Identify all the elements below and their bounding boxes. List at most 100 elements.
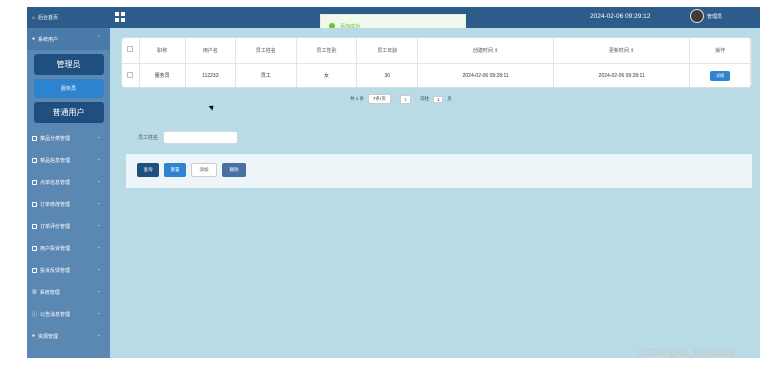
cell-created: 2024-02-06 09:28:11	[417, 63, 555, 87]
sidebar-item-label: 订单评价管理	[40, 223, 71, 230]
column-header: 操作	[689, 38, 751, 64]
sidebar-sub-staff[interactable]: 服务员	[33, 79, 104, 98]
chevron-down-icon: ⌄	[96, 222, 101, 228]
cell-gender: 女	[296, 63, 358, 87]
sidebar-item-order-info[interactable]: 点单信息管理 ⌄	[27, 171, 110, 193]
cell-username: 112233	[185, 63, 236, 87]
sidebar-item-label: 菜品分类管理	[40, 135, 71, 142]
menu-icon	[32, 267, 37, 273]
sidebar-home-label: 后台首页	[38, 15, 59, 21]
goto-page-input[interactable]: 1	[433, 95, 444, 103]
user-icon: ●	[32, 36, 36, 42]
watermark: CSDN @vx_bysj6869	[637, 348, 734, 359]
sidebar-home[interactable]: ⌂ 后台首页	[27, 7, 110, 28]
sidebar-item-label: 投诉反馈管理	[40, 267, 71, 274]
staff-name-search-input[interactable]	[163, 131, 239, 144]
column-header: 职称	[139, 38, 186, 64]
sidebar-item-label: 公告消息管理	[40, 311, 71, 318]
cell-title: 服务员	[139, 63, 186, 87]
sidebar-group-label: 系统用户	[38, 36, 59, 43]
sidebar-item-label: 菜品信息管理	[40, 157, 71, 164]
location-icon: ●	[32, 333, 36, 339]
mouse-cursor-icon	[208, 103, 216, 111]
chevron-down-icon: ⌄	[96, 288, 101, 294]
menu-icon	[32, 135, 37, 141]
cell-updated: 2024-02-06 09:28:11	[553, 63, 691, 87]
menu-icon	[32, 201, 37, 207]
cell-action: 详情	[689, 63, 751, 87]
menu-icon	[32, 179, 37, 185]
menu-icon	[32, 223, 37, 229]
chevron-down-icon: ⌄	[96, 200, 101, 206]
delete-button[interactable]: 删除	[222, 163, 246, 177]
page-size-select[interactable]: 7条/页	[368, 94, 391, 104]
chevron-down-icon: ⌄	[96, 310, 101, 316]
sidebar-sub-normal-user[interactable]: 普通用户	[33, 102, 104, 123]
sidebar-sub-admin[interactable]: 管理员	[33, 54, 104, 75]
avatar	[690, 9, 704, 23]
sidebar-item-announcement[interactable]: ⓘ 公告消息管理 ⌄	[27, 303, 110, 325]
sidebar-item-label: 系统管理	[39, 289, 60, 296]
column-header: 员工年龄	[356, 38, 419, 64]
total-count: 共 1 条	[350, 96, 365, 101]
bar-chart-icon: ▥	[32, 289, 37, 295]
sidebar-item-label: 订单修改管理	[40, 201, 71, 208]
action-panel: 查询 重置 添加 删除	[126, 154, 752, 188]
chevron-down-icon: ⌄	[96, 266, 101, 272]
next-page-icon[interactable]: ›	[415, 97, 417, 102]
chevron-down-icon: ⌄	[96, 156, 101, 162]
current-datetime: 2024-02-06 09:29:12	[590, 13, 651, 20]
sidebar-item-complaint-feedback[interactable]: 投诉反馈管理 ⌄	[27, 259, 110, 281]
select-all-checkbox[interactable]	[122, 38, 140, 64]
main-content: 职称 用户名 员工姓名 员工性别 员工年龄 创建时间 ⇕ 更新时间 ⇕ 操作 服…	[110, 28, 760, 358]
column-header-sortable[interactable]: 创建时间 ⇕	[417, 38, 555, 64]
search-row: 员工姓名	[138, 131, 239, 144]
sidebar-item-dish-category[interactable]: 菜品分类管理 ⌄	[27, 127, 110, 149]
chevron-down-icon: ⌄	[96, 244, 101, 250]
info-icon: ⓘ	[32, 311, 38, 318]
sidebar-item-dish-info[interactable]: 菜品信息管理 ⌄	[27, 149, 110, 171]
row-checkbox[interactable]	[122, 63, 140, 87]
column-header-sortable[interactable]: 更新时间 ⇕	[553, 38, 691, 64]
home-icon: ⌂	[32, 14, 36, 21]
user-label: 管理员	[707, 13, 723, 20]
app-root: ⌂ 后台首页 ● 系统用户 ⌃ 管理员 服务员 普通用户 菜品分类管理 ⌄ 菜品…	[0, 0, 780, 368]
sidebar-item-order-review[interactable]: 订单评价管理 ⌄	[27, 215, 110, 237]
goto-suffix: 页	[447, 96, 452, 101]
column-header: 员工性别	[296, 38, 358, 64]
pagination: 共 1 条 7条/页 ‹ 1 › 前往 1 页	[350, 94, 452, 104]
chevron-down-icon: ⌄	[96, 332, 101, 338]
search-label: 员工姓名	[138, 135, 159, 141]
table-header-row: 职称 用户名 员工姓名 员工性别 员工年龄 创建时间 ⇕ 更新时间 ⇕ 操作	[122, 38, 751, 64]
column-header: 用户名	[185, 38, 236, 64]
sidebar-item-label: 用户投诉管理	[40, 245, 71, 252]
sidebar: ⌂ 后台首页 ● 系统用户 ⌃ 管理员 服务员 普通用户 菜品分类管理 ⌄ 菜品…	[27, 7, 110, 358]
sidebar-item-label: 资源管理	[38, 333, 59, 340]
sidebar-group-system-users[interactable]: ● 系统用户 ⌃	[27, 28, 110, 50]
query-button[interactable]: 查询	[137, 163, 159, 177]
grid-menu-icon[interactable]	[115, 12, 125, 22]
sidebar-item-order-edit[interactable]: 订单修改管理 ⌄	[27, 193, 110, 215]
reset-button[interactable]: 重置	[164, 163, 186, 177]
detail-button[interactable]: 详情	[710, 70, 731, 81]
sidebar-item-system[interactable]: ▥ 系统管理 ⌄	[27, 281, 110, 303]
staff-table: 职称 用户名 员工姓名 员工性别 员工年龄 创建时间 ⇕ 更新时间 ⇕ 操作 服…	[121, 37, 752, 88]
sidebar-item-label: 点单信息管理	[40, 179, 71, 186]
prev-page-icon[interactable]: ‹	[395, 97, 397, 102]
add-button[interactable]: 添加	[191, 163, 217, 177]
menu-icon	[32, 245, 37, 251]
action-buttons: 查询 重置 添加 删除	[137, 163, 246, 177]
menu-icon	[32, 157, 37, 163]
goto-prefix: 前往	[420, 96, 430, 101]
cell-age: 30	[356, 63, 419, 87]
table-row: 服务员 112233 员工 女 30 2024-02-06 09:28:11 2…	[122, 63, 751, 87]
current-page[interactable]: 1	[400, 94, 411, 104]
chevron-down-icon: ⌄	[96, 178, 101, 184]
sidebar-item-resources[interactable]: ● 资源管理 ⌄	[27, 325, 110, 347]
user-menu[interactable]: 管理员	[690, 9, 722, 23]
sidebar-item-user-complaint[interactable]: 用户投诉管理 ⌄	[27, 237, 110, 259]
cell-name: 员工	[235, 63, 297, 87]
column-header: 员工姓名	[235, 38, 297, 64]
chevron-down-icon: ⌄	[96, 134, 101, 140]
chevron-up-icon: ⌃	[96, 35, 101, 41]
